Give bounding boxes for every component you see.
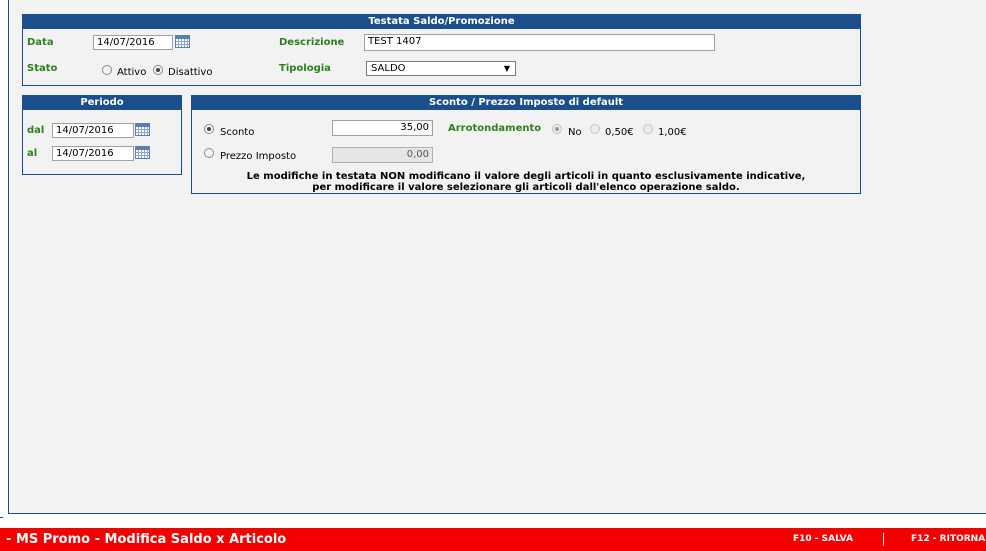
tipologia-label: Tipologia [279,63,331,74]
stato-disattivo-label: Disattivo [168,67,213,78]
notice-line-2: per modificare il valore selezionare gli… [312,182,740,193]
descrizione-label: Descrizione [279,37,345,48]
calendar-icon[interactable] [135,123,150,136]
arrotondamento-100-label: 1,00€ [658,127,687,138]
data-field[interactable]: 14/07/2016 [93,35,173,50]
calendar-icon[interactable] [175,35,190,48]
calendar-icon[interactable] [135,146,150,159]
sconto-radio[interactable] [204,124,214,134]
notice-line-1: Le modifiche in testata NON modificano i… [246,171,806,182]
al-label: al [27,148,38,159]
stato-attivo-radio[interactable] [102,65,112,75]
header-panel: Testata Saldo/Promozione Data 14/07/2016… [22,14,861,86]
footer-bar: - MS Promo - Modifica Saldo x Articolo F… [0,528,986,551]
sconto-panel-title: Sconto / Prezzo Imposto di default [192,96,860,110]
prezzo-imposto-radio[interactable] [204,148,214,158]
al-field[interactable]: 14/07/2016 [52,146,134,161]
periodo-panel-title: Periodo [23,96,181,110]
prezzo-imposto-field[interactable]: 0,00 [332,147,433,163]
descrizione-field[interactable]: TEST 1407 [364,34,715,51]
stato-attivo-label: Attivo [117,67,147,78]
arrotondamento-050-label: 0,50€ [605,127,634,138]
arrotondamento-no-label: No [568,127,582,138]
stato-disattivo-radio[interactable] [153,65,163,75]
f10-save-button[interactable]: F10 - SALVA [793,528,853,551]
header-panel-title: Testata Saldo/Promozione [23,15,860,29]
f12-return-button[interactable]: F12 - RITORNA [911,528,985,551]
prezzo-imposto-label: Prezzo Imposto [220,151,297,162]
footer-title: - MS Promo - Modifica Saldo x Articolo [6,532,287,547]
tipologia-value: SALDO [371,63,406,74]
data-label: Data [27,37,54,48]
periodo-panel: Periodo dal 14/07/2016 al 14/07/2016 [22,95,182,175]
arrotondamento-050-radio[interactable] [590,124,600,134]
sconto-label: Sconto [220,127,255,138]
sconto-field[interactable]: 35,00 [332,120,433,136]
chevron-down-icon: ▼ [503,64,510,73]
dal-label: dal [27,125,45,136]
tipologia-select[interactable]: SALDO ▼ [366,61,516,76]
sconto-panel: Sconto / Prezzo Imposto di default Scont… [191,95,861,194]
dal-field[interactable]: 14/07/2016 [52,123,134,138]
stato-label: Stato [27,63,58,74]
workspace: Testata Saldo/Promozione Data 14/07/2016… [8,0,986,514]
footer-separator [883,533,884,546]
corner-mark [0,517,3,518]
arrotondamento-100-radio[interactable] [643,124,653,134]
arrotondamento-label: Arrotondamento [448,123,542,134]
arrotondamento-no-radio[interactable] [552,124,562,134]
